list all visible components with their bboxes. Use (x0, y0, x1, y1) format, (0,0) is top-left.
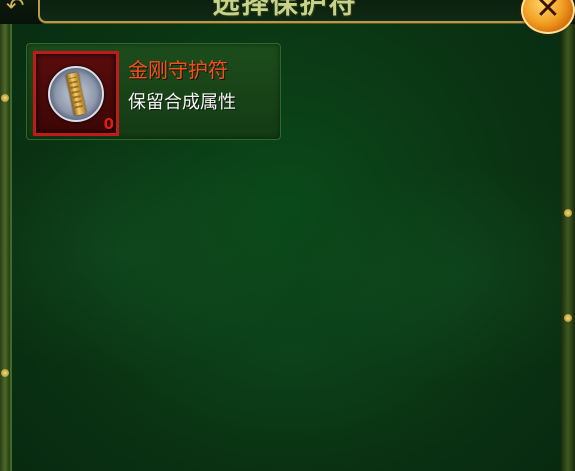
rail-stud (564, 314, 572, 322)
close-icon: ✕ (535, 0, 561, 26)
item-icon-slot: 0 (33, 51, 119, 136)
right-border-rail (561, 24, 575, 471)
rail-stud (1, 369, 9, 377)
rail-stud (564, 209, 572, 217)
amulet-scroll-icon (65, 72, 87, 116)
title-bar: ↶ 选择保护符 (0, 0, 575, 24)
item-count: 0 (103, 115, 114, 133)
rail-stud (1, 94, 9, 102)
item-name: 金刚守护符 (128, 58, 228, 82)
protection-charm-dialog: ↶ 选择保护符 0 金刚守护符 保留合成属性 ✕ (0, 0, 575, 471)
left-border-rail (0, 24, 10, 471)
title-frame: 选择保护符 (38, 0, 532, 23)
back-arrow-icon[interactable]: ↶ (6, 0, 30, 18)
charm-list-item[interactable]: 0 金刚守护符 保留合成属性 (26, 43, 281, 140)
amulet-icon (48, 66, 104, 122)
dialog-title: 选择保护符 (212, 0, 358, 20)
item-description: 保留合成属性 (128, 92, 236, 113)
charm-list-panel: 0 金刚守护符 保留合成属性 (10, 24, 565, 471)
